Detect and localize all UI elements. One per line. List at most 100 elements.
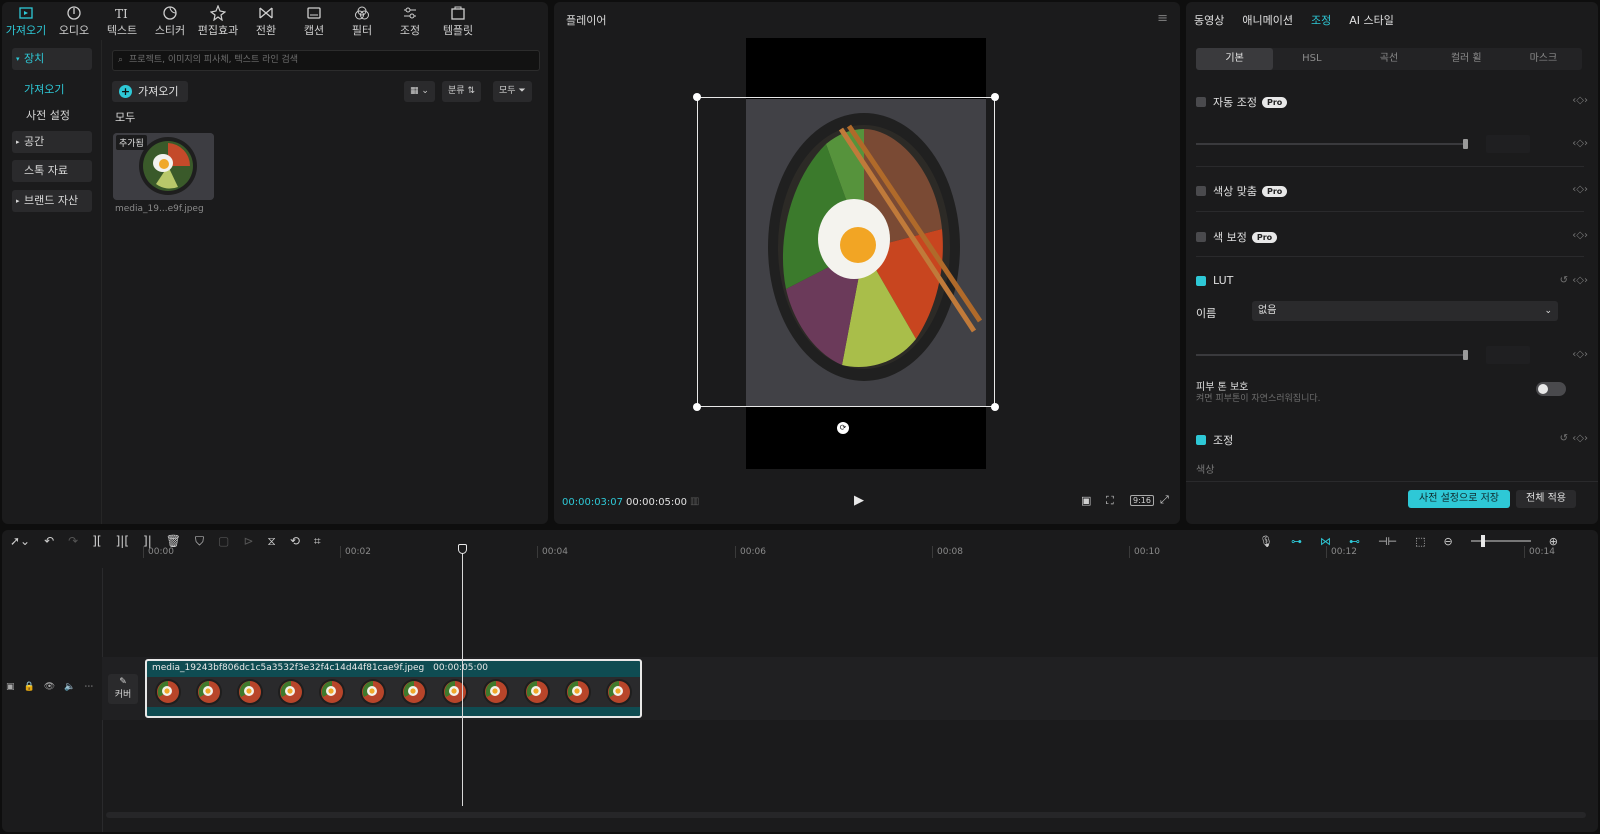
speaker-icon[interactable]: 🔈 (64, 682, 75, 692)
zoom-slider-knob[interactable] (1480, 535, 1485, 547)
auto-adjust-slider[interactable] (1196, 139, 1468, 149)
redo-icon[interactable]: ↷ (68, 534, 78, 548)
menu-icon[interactable]: ≡ (1157, 11, 1168, 26)
color-match-row[interactable]: 색상 맞춤 Pro (1196, 183, 1288, 199)
transform-selection-box[interactable] (697, 97, 995, 407)
sidebar-item-stock[interactable]: 스톡 자료 (12, 160, 92, 182)
link-main-track-icon[interactable]: ⊶ (1291, 535, 1302, 548)
tab-animation[interactable]: 애니메이션 (1242, 12, 1293, 28)
fullscreen-icon[interactable]: ⤢ (1160, 493, 1169, 507)
more-icon[interactable]: ⋯ (84, 682, 93, 692)
resize-handle-br[interactable] (991, 403, 999, 411)
zoom-preview-icon[interactable]: ⛶ (1106, 494, 1114, 508)
fit-timeline-icon[interactable]: ⬚ (1415, 535, 1425, 548)
microphone-icon[interactable]: 🎙 (1259, 535, 1273, 548)
resize-handle-bl[interactable] (693, 403, 701, 411)
color-correct-row[interactable]: 색 보정 Pro (1196, 229, 1278, 245)
lock-icon[interactable]: 🔒 (24, 682, 35, 692)
subtab-basic[interactable]: 기본 (1196, 48, 1274, 70)
eye-icon[interactable]: 👁 (44, 682, 55, 692)
reset-icon[interactable]: ↺ (1560, 275, 1568, 286)
apply-all-button[interactable]: 전체 적용 (1516, 490, 1576, 508)
mirror-icon[interactable]: ⧖ (267, 534, 275, 549)
split-icon[interactable]: ][ (92, 534, 101, 548)
sidebar-item-brand[interactable]: ▸ 브랜드 자산 (12, 190, 92, 212)
save-preset-button[interactable]: 사전 설정으로 저장 (1408, 490, 1510, 508)
keyframe-icon[interactable]: ‹◇› (1572, 230, 1588, 241)
tool-audio[interactable]: 오디오 (50, 2, 98, 40)
slider-knob[interactable] (1463, 139, 1468, 149)
sidebar-item-space[interactable]: ▸ 공간 (12, 131, 92, 153)
zoom-slider[interactable] (1470, 535, 1531, 547)
auto-adjust-row[interactable]: 자동 조정 Pro (1196, 94, 1288, 110)
tool-adjust[interactable]: 조정 (386, 2, 434, 40)
tool-effects[interactable]: 편집효과 (194, 2, 242, 40)
tab-video[interactable]: 동영상 (1194, 12, 1224, 28)
adjust-checkbox[interactable] (1196, 435, 1206, 445)
keyframe-icon[interactable]: ‹◇› (1572, 184, 1588, 195)
tab-adjust[interactable]: 조정 (1311, 12, 1331, 28)
undo-icon[interactable]: ↶ (44, 534, 54, 548)
sidebar-item-import[interactable]: 가져오기 (24, 81, 64, 97)
keyframe-icon[interactable]: ‹◇› (1572, 349, 1588, 360)
subtab-color-wheel[interactable]: 컬러 휠 (1428, 48, 1505, 70)
split-left-icon[interactable]: ]|[ (116, 534, 129, 548)
rotate-handle-icon[interactable]: ⟳ (837, 422, 849, 434)
tool-caption[interactable]: 캡션 (290, 2, 338, 40)
timeline-scrollbar[interactable] (106, 812, 1586, 818)
color-correct-checkbox[interactable] (1196, 232, 1206, 242)
keyframe-icon[interactable]: ‹◇› (1572, 138, 1588, 149)
keyframe-icon[interactable]: ‹◇› (1572, 275, 1588, 286)
crop-icon[interactable]: ⌗ (314, 534, 321, 549)
aspect-ratio-button[interactable]: 9:16 (1130, 495, 1154, 506)
play-icon[interactable]: ▶ (854, 493, 864, 508)
resize-handle-tr[interactable] (991, 93, 999, 101)
track-thumbnail-icon[interactable]: ▣ (6, 682, 15, 692)
sidebar-item-device[interactable]: ▾ 장치 (12, 48, 92, 70)
resize-handle-tl[interactable] (693, 93, 701, 101)
tool-transition[interactable]: 전환 (242, 2, 290, 40)
adjust-row[interactable]: 조정 (1196, 432, 1233, 448)
rotate-icon[interactable]: ⟲ (290, 534, 300, 548)
import-button[interactable]: + 가져오기 (112, 81, 188, 102)
timecode-grid-icon[interactable]: ▥ (690, 496, 699, 507)
tool-filter[interactable]: 필터 (338, 2, 386, 40)
playhead-handle[interactable] (458, 544, 467, 554)
reset-icon[interactable]: ↺ (1560, 433, 1568, 444)
zoom-out-icon[interactable]: ⊖ (1444, 535, 1453, 548)
lut-intensity-value-input[interactable] (1486, 346, 1530, 364)
skin-protect-toggle[interactable] (1536, 382, 1566, 396)
fit-view-icon[interactable]: ▣ (1081, 494, 1091, 507)
subtab-mask[interactable]: 마스크 (1505, 48, 1582, 70)
preview-axis-icon[interactable]: ⊣⊢ (1378, 535, 1397, 548)
lut-row[interactable]: LUT (1196, 274, 1233, 287)
video-clip[interactable]: media_19243bf806dc1c5a3532f3e32f4c14d44f… (145, 659, 642, 718)
media-thumbnail[interactable]: 추가됨 (113, 133, 214, 200)
auto-adjust-checkbox[interactable] (1196, 97, 1206, 107)
sort-button[interactable]: 분류 ⇅ (442, 81, 481, 102)
tool-import[interactable]: 가져오기 (2, 2, 50, 40)
view-mode-button[interactable]: ▦ ⌄ (404, 81, 435, 102)
cover-button[interactable]: ✎ 커버 (108, 674, 138, 704)
lut-checkbox[interactable] (1196, 275, 1206, 286)
lut-name-select[interactable]: 없음 ⌄ (1252, 301, 1558, 321)
tab-ai-style[interactable]: AI 스타일 (1349, 12, 1394, 28)
tool-text[interactable]: TI 텍스트 (98, 2, 146, 40)
tool-sticker[interactable]: 스티커 (146, 2, 194, 40)
freeze-icon[interactable]: ▢ (218, 534, 229, 548)
media-search-input[interactable]: ⌕ 프로젝트, 이미지의 피사체, 텍스트 라인 검색 (112, 50, 540, 71)
color-match-checkbox[interactable] (1196, 186, 1206, 196)
reverse-icon[interactable]: ⊳ (243, 534, 253, 548)
keyframe-icon[interactable]: ‹◇› (1572, 95, 1588, 106)
sidebar-item-presets[interactable]: 사전 설정 (26, 107, 70, 123)
slider-knob[interactable] (1463, 350, 1468, 360)
keyframe-icon[interactable]: ‹◇› (1572, 433, 1588, 444)
subtab-hsl[interactable]: HSL (1273, 48, 1350, 70)
playhead[interactable] (462, 544, 463, 806)
filter-button[interactable]: 모두 ⏷ (493, 81, 532, 102)
lut-intensity-slider[interactable] (1196, 350, 1468, 360)
tool-template[interactable]: 템플릿 (434, 2, 482, 40)
marker-icon[interactable]: ⛉ (195, 534, 204, 549)
auto-adjust-value-input[interactable] (1486, 135, 1530, 153)
select-tool-icon[interactable]: ➚⌄ (10, 534, 30, 548)
